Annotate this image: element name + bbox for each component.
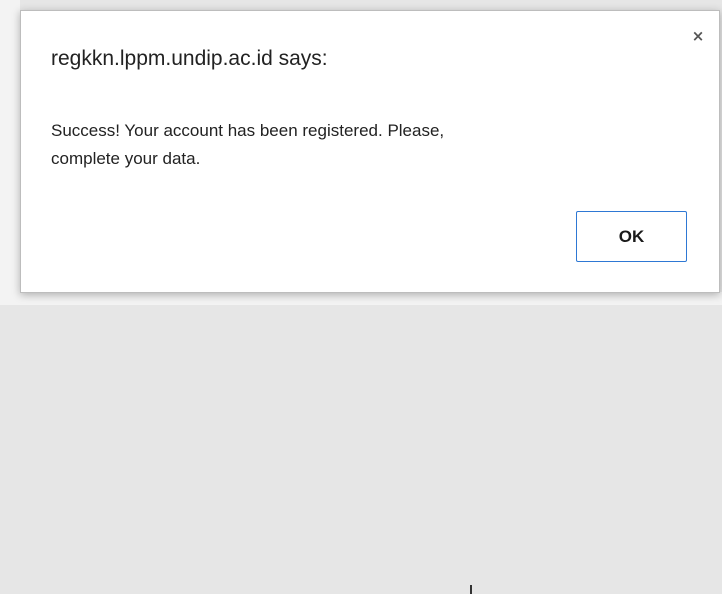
dialog-message-line-2: complete your data. xyxy=(51,149,201,168)
dialog-message: Success! Your account has been registere… xyxy=(51,117,651,173)
dialog-message-line-1: Success! Your account has been registere… xyxy=(51,121,445,140)
page-background-left xyxy=(0,0,20,305)
text-cursor xyxy=(470,585,472,594)
close-icon[interactable]: × xyxy=(687,25,709,47)
dialog-title: regkkn.lppm.undip.ac.id says: xyxy=(51,47,328,70)
alert-dialog: regkkn.lppm.undip.ac.id says: × Success!… xyxy=(20,10,720,293)
page-background-bottom xyxy=(0,292,722,594)
ok-button[interactable]: OK xyxy=(576,211,687,262)
